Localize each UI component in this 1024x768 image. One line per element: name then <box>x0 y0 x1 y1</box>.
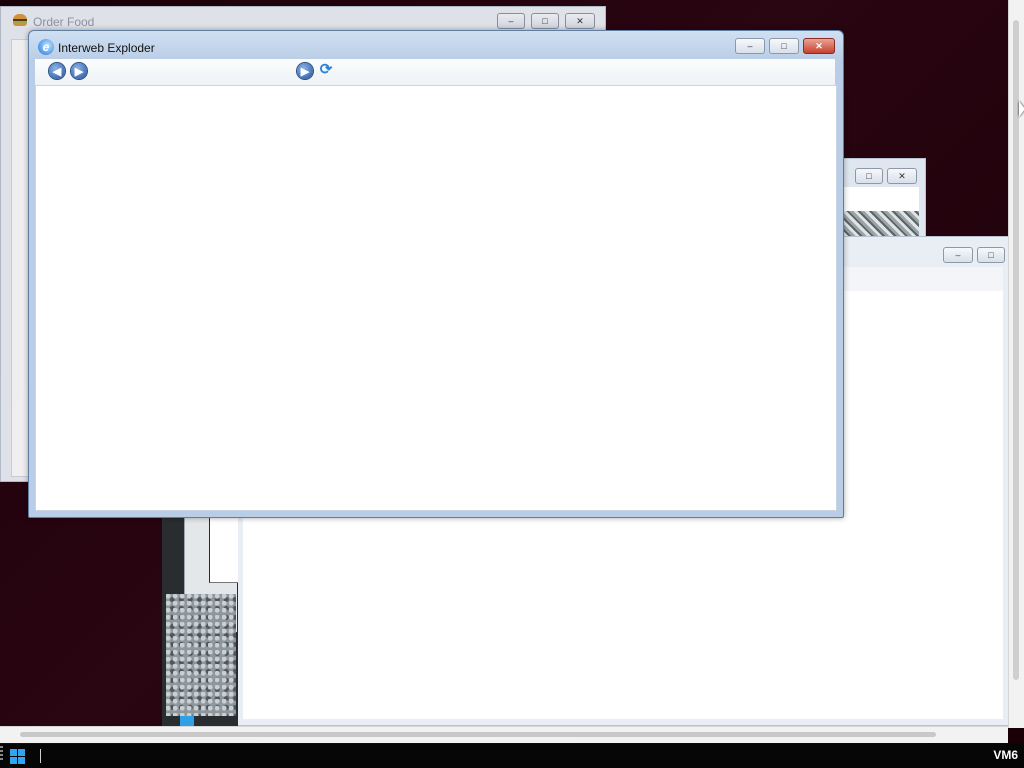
taskbar-separator <box>40 749 41 763</box>
start-button[interactable] <box>2 746 32 766</box>
minimize-button[interactable]: – <box>497 13 525 29</box>
burger-icon <box>13 14 27 26</box>
maximize-button[interactable]: □ <box>977 247 1005 263</box>
address-input[interactable] <box>87 63 291 82</box>
refresh-button[interactable]: ⟳ <box>318 62 334 78</box>
maximize-button[interactable]: □ <box>769 38 799 54</box>
horizontal-scrollbar[interactable] <box>0 726 1008 743</box>
maximize-button[interactable]: □ <box>855 168 883 184</box>
page-content-area[interactable] <box>35 85 837 511</box>
minimize-button[interactable]: – <box>943 247 973 263</box>
windows-logo-icon <box>9 748 25 764</box>
taskbar: VM6 <box>0 744 1024 768</box>
scrollbar-thumb[interactable] <box>1013 20 1019 680</box>
close-button[interactable]: ✕ <box>565 13 595 29</box>
maximize-button[interactable]: □ <box>531 13 559 29</box>
browser-window[interactable]: e Interweb Exploder – □ ✕ ◀ ▶ ▶ ⟳ <box>28 30 844 518</box>
window-title: Interweb Exploder <box>58 41 155 55</box>
windows-logo-icon <box>180 716 194 726</box>
image-viewer-window[interactable]: □ ✕ <box>830 158 926 238</box>
photo-window[interactable] <box>162 512 238 726</box>
mouse-cursor-icon <box>1019 101 1024 117</box>
back-button[interactable]: ◀ <box>49 63 65 79</box>
navigation-bar: ◀ ▶ ▶ ⟳ <box>35 59 835 85</box>
image-thumbnail <box>841 211 919 237</box>
photo-texture-image <box>166 594 236 716</box>
photo-frame-inner <box>209 512 238 583</box>
window-title: Order Food <box>33 15 95 29</box>
browser-logo-icon: e <box>38 39 54 55</box>
close-button[interactable]: ✕ <box>887 168 917 184</box>
scrollbar-thumb[interactable] <box>20 732 936 737</box>
close-button[interactable]: ✕ <box>803 38 835 54</box>
go-button[interactable]: ▶ <box>297 63 313 79</box>
minimize-button[interactable]: – <box>735 38 765 54</box>
forward-button[interactable]: ▶ <box>71 63 87 79</box>
vm-label: VM6 <box>993 748 1018 762</box>
